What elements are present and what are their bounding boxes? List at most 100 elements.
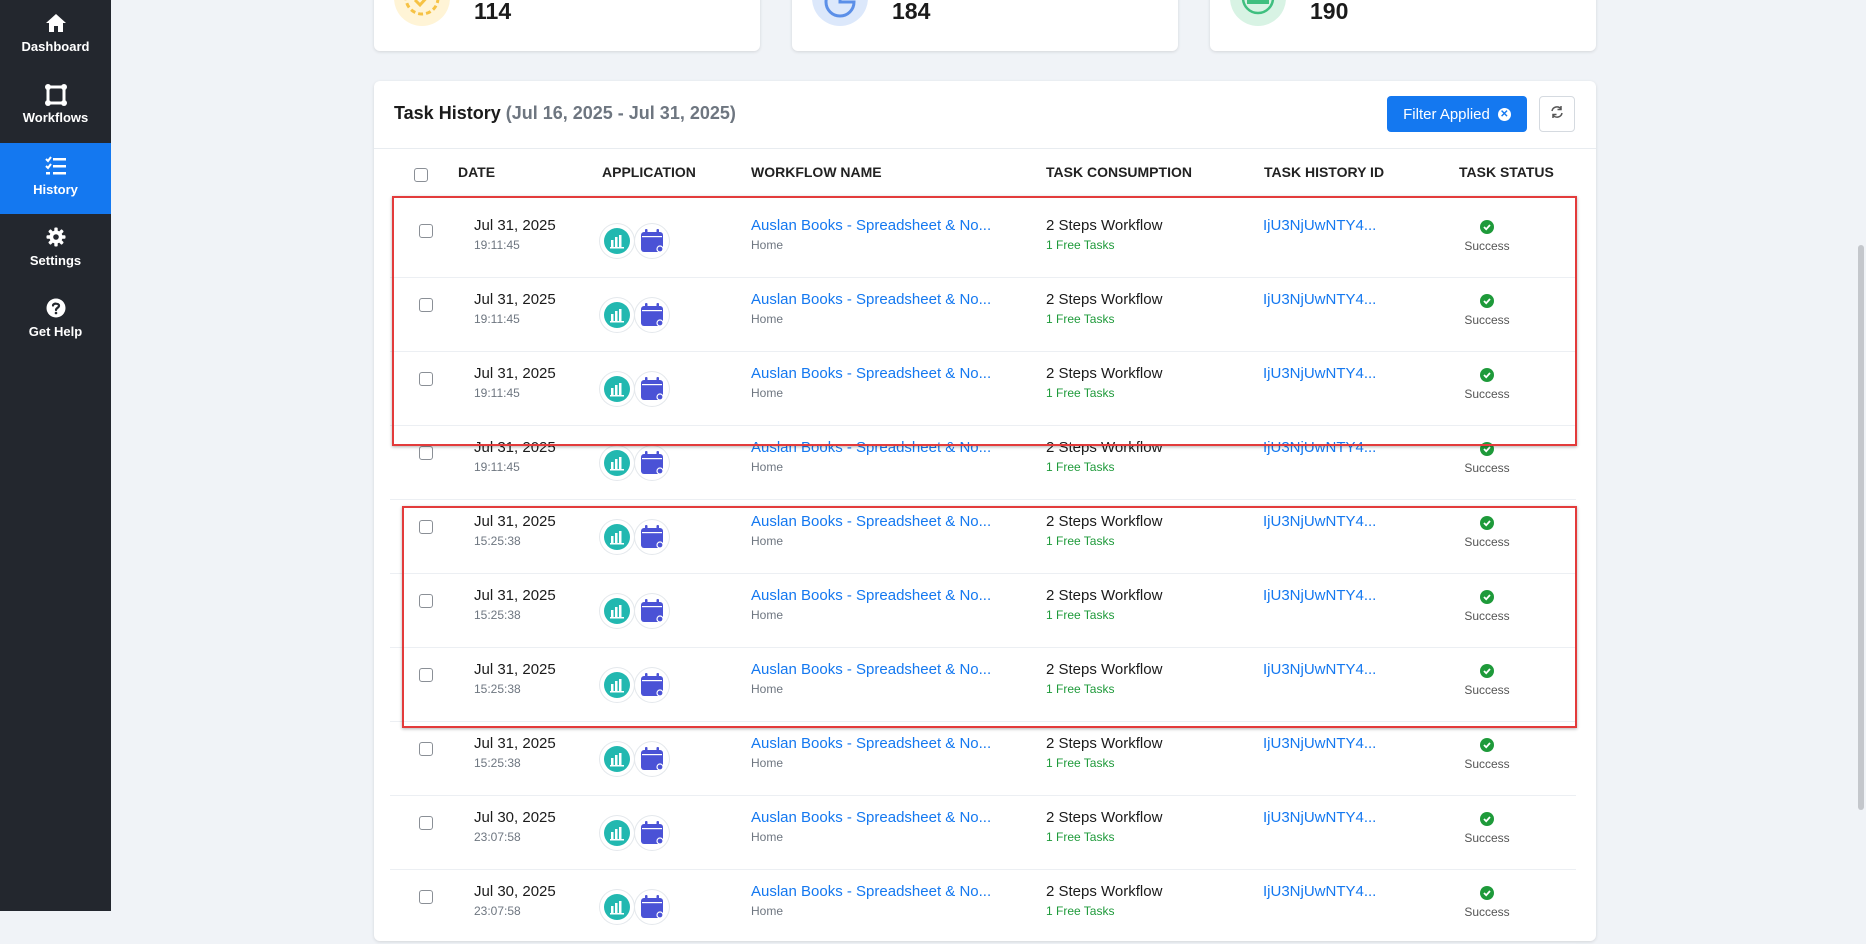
spreadsheet-app-icon [600,224,634,258]
table-row[interactable]: Jul 31, 2025 15:25:38 Auslan Books - Sprea… [390,573,1576,648]
row-checkbox[interactable] [419,446,433,460]
spreadsheet-app-icon [600,372,634,406]
free-badge-icon [1230,0,1286,26]
table-row[interactable]: Jul 30, 2025 23:07:58 Auslan Books - Sprea… [390,869,1576,944]
row-date: Jul 31, 2025 [474,513,556,530]
workflow-name-link[interactable]: Auslan Books - Spreadsheet & No... [751,291,991,308]
scrollbar[interactable] [1858,245,1864,810]
stat-value: 114 [474,0,512,24]
check-circle-icon [1480,442,1494,456]
row-time: 15:25:38 [474,756,521,770]
sidebar-item-workflows[interactable]: Workflows [0,71,111,142]
task-consumption: 2 Steps Workflow [1046,217,1163,234]
check-circle-icon [1480,368,1494,382]
table-row[interactable]: Jul 31, 2025 19:11:45 Auslan Books - Sprea… [390,425,1576,500]
task-history-id-link[interactable]: IjU3NjUwNTY4... [1263,735,1376,752]
row-checkbox[interactable] [419,890,433,904]
table-row[interactable]: Jul 31, 2025 15:25:38 Auslan Books - Sprea… [390,647,1576,722]
task-history-card: Task History (Jul 16, 2025 - Jul 31, 202… [374,81,1596,944]
row-time: 19:11:45 [474,460,520,474]
sidebar-item-history[interactable]: History [0,143,111,214]
table-row[interactable]: Jul 31, 2025 19:11:45 Auslan Books - Sprea… [390,203,1576,278]
table-row[interactable]: Jul 31, 2025 19:11:45 Auslan Books - Sprea… [390,277,1576,352]
column-header-workflow-name[interactable]: WORKFLOW NAME [751,164,882,180]
table-row[interactable]: Jul 31, 2025 15:25:38 Auslan Books - Sprea… [390,499,1576,574]
task-history-id-link[interactable]: IjU3NjUwNTY4... [1263,587,1376,604]
workflow-name-link[interactable]: Auslan Books - Spreadsheet & No... [751,513,991,530]
sidebar-item-label: Workflows [22,110,89,125]
filter-label: Filter Applied [1403,105,1490,123]
table-row[interactable]: Jul 31, 2025 15:25:38 Auslan Books - Sprea… [390,721,1576,796]
sidebar-item-dashboard[interactable]: Dashboard [0,0,111,71]
row-time: 19:11:45 [474,238,520,252]
row-checkbox[interactable] [419,372,433,386]
workflow-folder: Home [751,682,784,696]
task-consumption: 2 Steps Workflow [1046,883,1163,900]
column-header-task-history-id[interactable]: TASK HISTORY ID [1264,164,1384,180]
workflow-folder: Home [751,608,784,622]
table-row[interactable]: Jul 30, 2025 23:07:58 Auslan Books - Sprea… [390,795,1576,870]
home-icon [0,13,111,35]
workflow-folder: Home [751,238,784,252]
workflow-name-link[interactable]: Auslan Books - Spreadsheet & No... [751,587,991,604]
stat-value: 190 [1310,0,1349,24]
workflow-name-link[interactable]: Auslan Books - Spreadsheet & No... [751,809,991,826]
row-checkbox[interactable] [419,594,433,608]
calendar-app-icon [635,298,669,332]
task-consumption: 2 Steps Workflow [1046,365,1163,382]
task-history-id-link[interactable]: IjU3NjUwNTY4... [1263,883,1376,900]
select-all-checkbox[interactable] [414,168,428,182]
sidebar-item-settings[interactable]: Settings [0,214,111,285]
task-history-id-link[interactable]: IjU3NjUwNTY4... [1263,291,1376,308]
check-circle-icon [1480,738,1494,752]
spreadsheet-app-icon [600,816,634,850]
refresh-button[interactable] [1539,96,1575,132]
task-consumption-detail: 1 Free Tasks [1046,386,1115,400]
row-checkbox[interactable] [419,668,433,682]
sidebar-item-get-help[interactable]: Get Help [0,285,111,356]
task-history-id-link[interactable]: IjU3NjUwNTY4... [1263,661,1376,678]
row-checkbox[interactable] [419,298,433,312]
task-history-title: Task History [394,103,501,123]
table-row[interactable]: Jul 31, 2025 19:11:45 Auslan Books - Sprea… [390,351,1576,426]
spreadsheet-app-icon [600,742,634,776]
column-header-application[interactable]: APPLICATION [602,164,696,180]
divider [374,148,1596,149]
filter-applied-button[interactable]: Filter Applied ✕ [1387,96,1527,132]
workflow-name-link[interactable]: Auslan Books - Spreadsheet & No... [751,217,991,234]
row-checkbox[interactable] [419,224,433,238]
row-checkbox[interactable] [419,742,433,756]
row-date: Jul 31, 2025 [474,365,556,382]
row-date: Jul 31, 2025 [474,217,556,234]
stat-card-tasks: 114 [374,0,760,51]
status-badge: Success [1464,609,1510,623]
workflow-name-link[interactable]: Auslan Books - Spreadsheet & No... [751,365,991,382]
task-history-id-link[interactable]: IjU3NjUwNTY4... [1263,439,1376,456]
column-header-task-status[interactable]: TASK STATUS [1459,164,1554,180]
workflow-name-link[interactable]: Auslan Books - Spreadsheet & No... [751,439,991,456]
task-history-id-link[interactable]: IjU3NjUwNTY4... [1263,513,1376,530]
task-consumption: 2 Steps Workflow [1046,809,1163,826]
column-header-task-consumption[interactable]: TASK CONSUMPTION [1046,164,1192,180]
task-consumption: 2 Steps Workflow [1046,513,1163,530]
task-history-id-link[interactable]: IjU3NjUwNTY4... [1263,217,1376,234]
date-range: (Jul 16, 2025 - Jul 31, 2025) [505,103,736,123]
close-icon[interactable]: ✕ [1497,107,1511,121]
check-circle-icon [1480,590,1494,604]
task-history-id-link[interactable]: IjU3NjUwNTY4... [1263,365,1376,382]
column-header-date[interactable]: DATE [458,164,495,180]
workflow-name-link[interactable]: Auslan Books - Spreadsheet & No... [751,883,991,900]
status-badge: Success [1464,535,1510,549]
task-consumption-detail: 1 Free Tasks [1046,534,1115,548]
task-history-id-link[interactable]: IjU3NjUwNTY4... [1263,809,1376,826]
task-consumption-detail: 1 Free Tasks [1046,756,1115,770]
status-badge: Success [1464,831,1510,845]
row-checkbox[interactable] [419,520,433,534]
workflow-name-link[interactable]: Auslan Books - Spreadsheet & No... [751,735,991,752]
task-consumption: 2 Steps Workflow [1046,661,1163,678]
status-badge: Success [1464,905,1510,919]
calendar-app-icon [635,520,669,554]
row-checkbox[interactable] [419,816,433,830]
workflow-name-link[interactable]: Auslan Books - Spreadsheet & No... [751,661,991,678]
check-circle-icon [1480,664,1494,678]
